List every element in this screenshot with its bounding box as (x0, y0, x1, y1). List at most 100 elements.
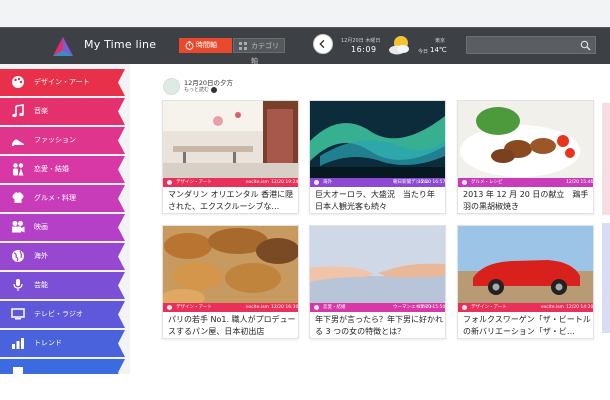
article-title[interactable]: 2013 年 12 月 20 日の献立 鶏手羽の黒胡椒焼き (463, 189, 591, 213)
couple-icon (13, 163, 24, 176)
article-category: デザイン・アート (471, 305, 507, 310)
footer-area (0, 374, 610, 400)
category-dot-icon (167, 180, 172, 185)
time-axis-label: 時間軸 (196, 41, 217, 49)
sidebar-item-8[interactable]: 芸能 (0, 272, 125, 299)
sidebar-item-label: グルメ・料理 (34, 194, 76, 202)
article-category: デザイン・アート (176, 180, 212, 185)
temperature-label: 14℃ (430, 46, 447, 54)
search-icon[interactable] (580, 40, 591, 51)
sidebar-item-label: トレンド (34, 339, 62, 347)
article-source: excite.ism (246, 305, 269, 310)
stopwatch-icon (185, 41, 194, 50)
back-arrow-icon[interactable] (313, 34, 333, 54)
sidebar-item-4[interactable]: 恋愛・結婚 (0, 156, 125, 183)
palette-icon (12, 76, 24, 88)
next-column-edge (602, 103, 610, 333)
tv-icon (11, 308, 25, 320)
category-dot-icon (462, 180, 467, 185)
globe-icon (12, 250, 24, 262)
article-category: 海外 (323, 180, 332, 185)
high-heel-icon (12, 139, 24, 146)
sidebar-item-label: 映画 (34, 223, 48, 231)
article-date: 12/20 14:20 (566, 305, 593, 310)
aurora-photo (310, 101, 445, 178)
sidebar-item-label: 芸能 (34, 281, 48, 289)
article-source: excite.ism (541, 305, 564, 310)
film-camera-icon (12, 221, 25, 233)
article-card[interactable]: 恋愛・結婚 ウーマンエキサイト 12/20 15:50 年下男が言ったら？年下男に好か… (309, 225, 446, 339)
bread-photo (163, 226, 298, 303)
sidebar-item-5[interactable]: グルメ・料理 (0, 185, 125, 212)
sidebar-item-3[interactable]: ファッション (0, 127, 125, 154)
app-title: My Time line (84, 38, 157, 51)
article-title[interactable]: 巨大オーロラ、大盛況 当たり年 日本人観光客も続々 (315, 189, 443, 213)
evening-icon (163, 78, 180, 95)
sidebar-item-6[interactable]: 映画 (0, 214, 125, 241)
article-card[interactable]: デザイン・アート excite.ism 12/20 19:24 マンダリン オリエンタ… (162, 100, 299, 214)
article-title[interactable]: パリの若手 No1. 職人がプロデュースするパン屋、日本初出店 (168, 314, 296, 338)
category-dot-icon (314, 305, 319, 310)
article-date: 12/20 15:46 (566, 180, 593, 185)
date-label: 12月20日 木曜日 (341, 38, 381, 44)
article-meta-bar: グルメ・レシピ 12/20 15:46 (458, 178, 593, 187)
today-label: 今日 (418, 49, 429, 55)
chef-hat-icon (12, 192, 24, 203)
time-label: 16:09 (351, 45, 377, 54)
article-title[interactable]: 年下男が言ったら？年下男に好かれる 3 つの女の特徴とは？ (315, 314, 443, 338)
microphone-icon (13, 279, 23, 291)
read-more-link[interactable]: もっと読む (184, 86, 218, 93)
sidebar-item-label: 海外 (34, 252, 48, 260)
category-dot-icon (462, 305, 467, 310)
sidebar-item-10[interactable]: トレンド (0, 330, 125, 357)
sidebar-item-1[interactable]: デザイン・アート (0, 69, 125, 96)
article-meta-bar: 海外 朝日新聞デジタル 12/20 16:57 (310, 178, 445, 187)
article-card[interactable]: 海外 朝日新聞デジタル 12/20 16:57 巨大オーロラ、大盛況 当たり年 日本人… (309, 100, 446, 214)
search-input[interactable] (466, 36, 596, 54)
article-category: グルメ・レシピ (471, 180, 503, 185)
bar-chart-icon (12, 338, 24, 349)
article-date: 12/20 16:57 (418, 180, 445, 185)
category-dot-icon (314, 180, 319, 185)
article-card[interactable]: グルメ・レシピ 12/20 15:46 2013 年 12 月 20 日の献立 鶏手… (457, 100, 594, 214)
category-dot-icon (167, 305, 172, 310)
article-card[interactable]: デザイン・アート excite.ism 12/20 14:20 フォルクスワーゲン「ザ… (457, 225, 594, 339)
category-axis-label: カテゴリ軸 (251, 42, 279, 65)
article-category: デザイン・アート (176, 305, 212, 310)
sidebar-item-9[interactable]: テレビ・ラジオ (0, 301, 125, 328)
read-more-label: もっと読む (184, 87, 210, 93)
category-axis-button[interactable]: カテゴリ軸 (233, 38, 285, 65)
app-window: { "header": { "app_title": "My Time line… (0, 0, 610, 400)
top-bar: My Time line 時間軸 カテゴリ軸 12月20日 木曜日 16:09 … (0, 27, 610, 65)
sidebar-item-label: 音楽 (34, 107, 48, 115)
red-car-photo (458, 226, 593, 303)
weather-sunny-cloudy-icon (389, 36, 409, 55)
article-meta-bar: デザイン・アート excite.ism 12/20 14:20 (458, 303, 593, 312)
sidebar-item-7[interactable]: 海外 (0, 243, 125, 270)
article-meta-bar: 恋愛・結婚 ウーマンエキサイト 12/20 15:50 (310, 303, 445, 312)
music-note-icon (12, 104, 24, 118)
grid-icon (239, 42, 247, 50)
article-source: excite.ism (246, 180, 269, 185)
app-logo-icon (53, 37, 73, 56)
article-title[interactable]: フォルクスワーゲン「ザ・ビートルの新バリエーション「ザ・ビ… (463, 314, 591, 338)
sidebar-item-label: テレビ・ラジオ (34, 310, 83, 318)
chicken-dish-photo (458, 101, 593, 178)
article-date: 12/20 15:50 (418, 305, 445, 310)
sidebar-item-label: ファッション (34, 136, 76, 144)
hands-photo (310, 226, 445, 303)
city-label: 東京 (435, 38, 446, 44)
article-date: 12/20 19:24 (271, 180, 298, 185)
sidebar-item-label: 恋愛・結婚 (34, 165, 69, 173)
sidebar-item-label: デザイン・アート (34, 78, 90, 86)
article-meta-bar: デザイン・アート excite.ism 12/20 19:24 (163, 178, 298, 187)
article-meta-bar: デザイン・アート excite.ism 12/20 16:30 (163, 303, 298, 312)
article-card[interactable]: デザイン・アート excite.ism 12/20 16:30 パリの若手 No1. … (162, 225, 299, 339)
chevron-right-icon (211, 86, 218, 93)
article-title[interactable]: マンダリン オリエンタル 香港に隠された、エクスクルーシブな… (168, 189, 296, 213)
time-axis-button[interactable]: 時間軸 (179, 38, 232, 53)
sidebar-item-2[interactable]: 音楽 (0, 98, 125, 125)
article-category: 恋愛・結婚 (323, 305, 346, 310)
restaurant-photo (163, 101, 298, 178)
article-date: 12/20 16:30 (271, 305, 298, 310)
